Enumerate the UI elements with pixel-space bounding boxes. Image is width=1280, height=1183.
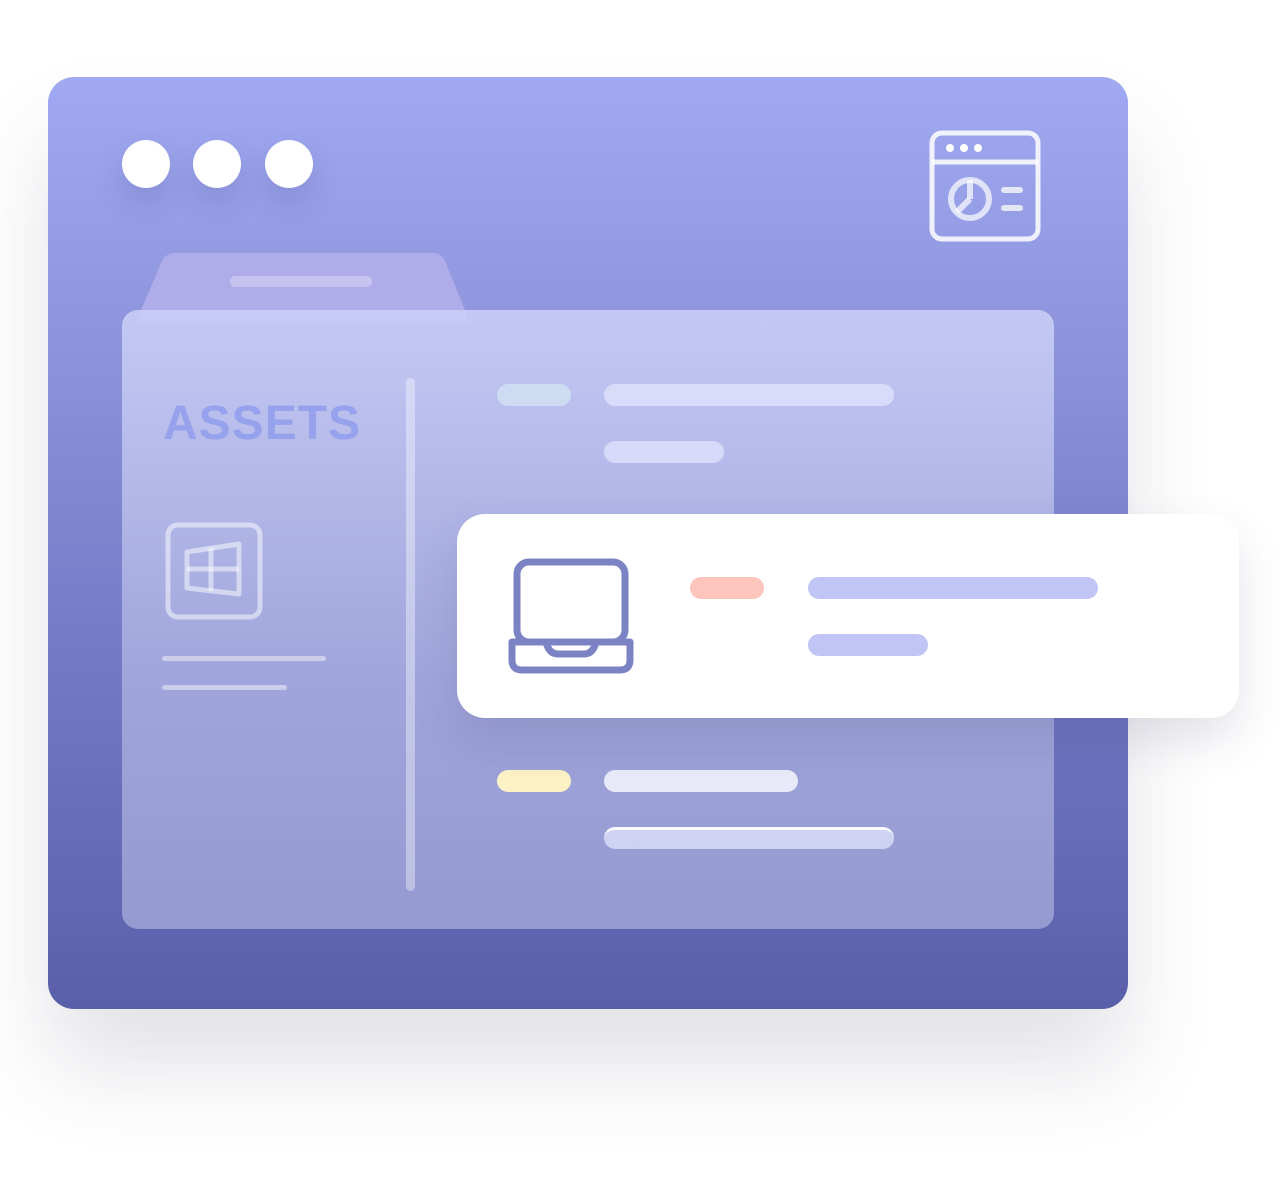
- assets-heading: ASSETS: [163, 397, 362, 450]
- status-badge-yellow: [497, 770, 571, 792]
- window-dot-2[interactable]: [193, 140, 241, 188]
- window-dot-1[interactable]: [122, 140, 170, 188]
- browser-chart-icon[interactable]: [928, 129, 1042, 243]
- list-item-subtitle-placeholder-2: [604, 827, 894, 849]
- list-item-title-placeholder-2: [604, 770, 798, 792]
- window-dot-3[interactable]: [265, 140, 313, 188]
- list-item-title-placeholder: [604, 384, 894, 406]
- list-item-subtitle-placeholder: [604, 441, 724, 463]
- card-title-placeholder: [808, 577, 1098, 599]
- laptop-icon: [508, 558, 634, 674]
- folder-tab-label-placeholder: [230, 276, 372, 287]
- status-badge-blue: [497, 384, 571, 406]
- folder-divider: [406, 378, 415, 891]
- card-subtitle-placeholder: [808, 634, 928, 656]
- sidebar-line-1: [162, 656, 326, 661]
- windows-logo-icon[interactable]: [165, 522, 263, 620]
- sidebar-line-2: [162, 685, 287, 690]
- status-badge-orange: [690, 577, 764, 599]
